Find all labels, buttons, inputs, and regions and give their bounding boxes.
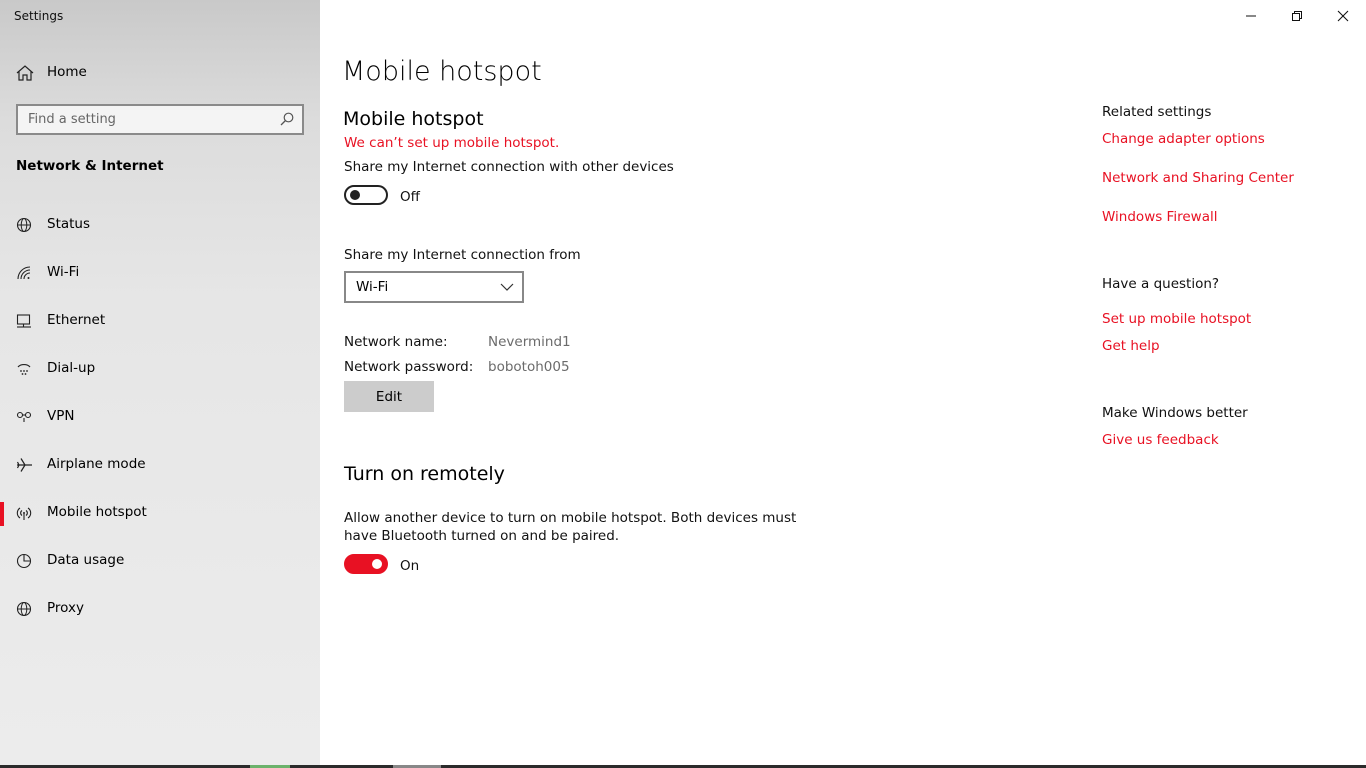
nav-home-label: Home [47, 64, 87, 80]
sidebar-item-label: Proxy [47, 600, 84, 616]
share-toggle[interactable] [344, 185, 388, 205]
data-usage-icon [16, 553, 32, 569]
dialup-icon [17, 364, 31, 375]
sidebar-item-label: Ethernet [47, 312, 106, 328]
network-name-label: Network name: [344, 334, 448, 350]
sidebar-item-data-usage[interactable]: Data usage [0, 541, 320, 581]
edit-button[interactable]: Edit [344, 381, 434, 412]
toggle-knob [350, 190, 360, 200]
windows-firewall-link[interactable]: Windows Firewall [1102, 209, 1217, 225]
sidebar-item-label: Mobile hotspot [47, 504, 147, 520]
remote-description-line2: have Bluetooth turned on and be paired. [344, 528, 620, 544]
share-label: Share my Internet connection with other … [344, 159, 674, 175]
active-indicator [0, 502, 4, 526]
hotspot-icon [16, 507, 32, 520]
share-toggle-state: Off [400, 189, 420, 205]
airplane-icon [16, 458, 32, 472]
sidebar-item-label: Dial-up [47, 360, 96, 376]
sidebar-item-wifi[interactable]: Wi-Fi [0, 253, 320, 293]
chevron-down-icon [500, 283, 514, 291]
page-title: Mobile hotspot [342, 56, 542, 87]
restore-icon [1292, 11, 1302, 21]
sidebar-item-status[interactable]: Status [0, 205, 320, 245]
remote-heading: Turn on remotely [344, 463, 505, 485]
minimize-icon [1246, 15, 1256, 17]
sidebar-item-label: Data usage [47, 552, 125, 568]
minimize-button[interactable] [1228, 0, 1274, 32]
globe-status-icon [16, 217, 32, 233]
question-heading: Have a question? [1102, 276, 1220, 292]
vpn-icon [16, 411, 32, 422]
search-box[interactable] [16, 104, 304, 135]
sidebar-item-ethernet[interactable]: Ethernet [0, 301, 320, 341]
wifi-icon [17, 266, 31, 280]
sidebar-item-airplane[interactable]: Airplane mode [0, 445, 320, 485]
network-name-value: Nevermind1 [488, 334, 571, 350]
sidebar-item-label: Status [47, 216, 91, 232]
share-from-value: Wi-Fi [356, 279, 389, 295]
sidebar-item-dialup[interactable]: Dial-up [0, 349, 320, 389]
home-icon [16, 65, 34, 81]
sidebar: Settings Home Network & Internet Status … [0, 0, 320, 768]
sidebar-item-proxy[interactable]: Proxy [0, 589, 320, 629]
feedback-heading: Make Windows better [1102, 405, 1248, 421]
network-sharing-center-link[interactable]: Network and Sharing Center [1102, 170, 1294, 186]
sidebar-item-mobile-hotspot[interactable]: Mobile hotspot [0, 493, 320, 533]
remote-toggle[interactable] [344, 554, 388, 574]
sidebar-item-label: Airplane mode [47, 456, 146, 472]
nav-home[interactable]: Home [0, 58, 320, 88]
remote-toggle-state: On [400, 558, 420, 574]
error-message: We can’t set up mobile hotspot. [344, 135, 560, 151]
search-icon[interactable] [280, 112, 294, 126]
get-help-link[interactable]: Get help [1102, 338, 1160, 354]
sidebar-item-label: Wi-Fi [47, 264, 80, 280]
app-title: Settings [14, 9, 64, 23]
search-input[interactable] [18, 106, 268, 133]
give-feedback-link[interactable]: Give us feedback [1102, 432, 1219, 448]
change-adapter-options-link[interactable]: Change adapter options [1102, 131, 1265, 147]
network-password-value: bobotoh005 [488, 359, 570, 375]
sidebar-item-vpn[interactable]: VPN [0, 397, 320, 437]
network-password-label: Network password: [344, 359, 474, 375]
globe-icon [16, 601, 32, 617]
related-settings-heading: Related settings [1102, 104, 1212, 120]
share-from-label: Share my Internet connection from [344, 247, 581, 263]
restore-button[interactable] [1274, 0, 1320, 32]
setup-hotspot-link[interactable]: Set up mobile hotspot [1102, 311, 1251, 327]
section-title: Network & Internet [16, 158, 164, 174]
share-from-dropdown[interactable]: Wi-Fi [344, 271, 524, 303]
remote-description-line1: Allow another device to turn on mobile h… [344, 510, 797, 526]
section-heading: Mobile hotspot [343, 108, 484, 130]
ethernet-icon [16, 314, 31, 328]
close-button[interactable] [1320, 0, 1366, 32]
sidebar-item-label: VPN [47, 408, 75, 424]
close-icon [1337, 10, 1349, 22]
toggle-knob [372, 559, 382, 569]
